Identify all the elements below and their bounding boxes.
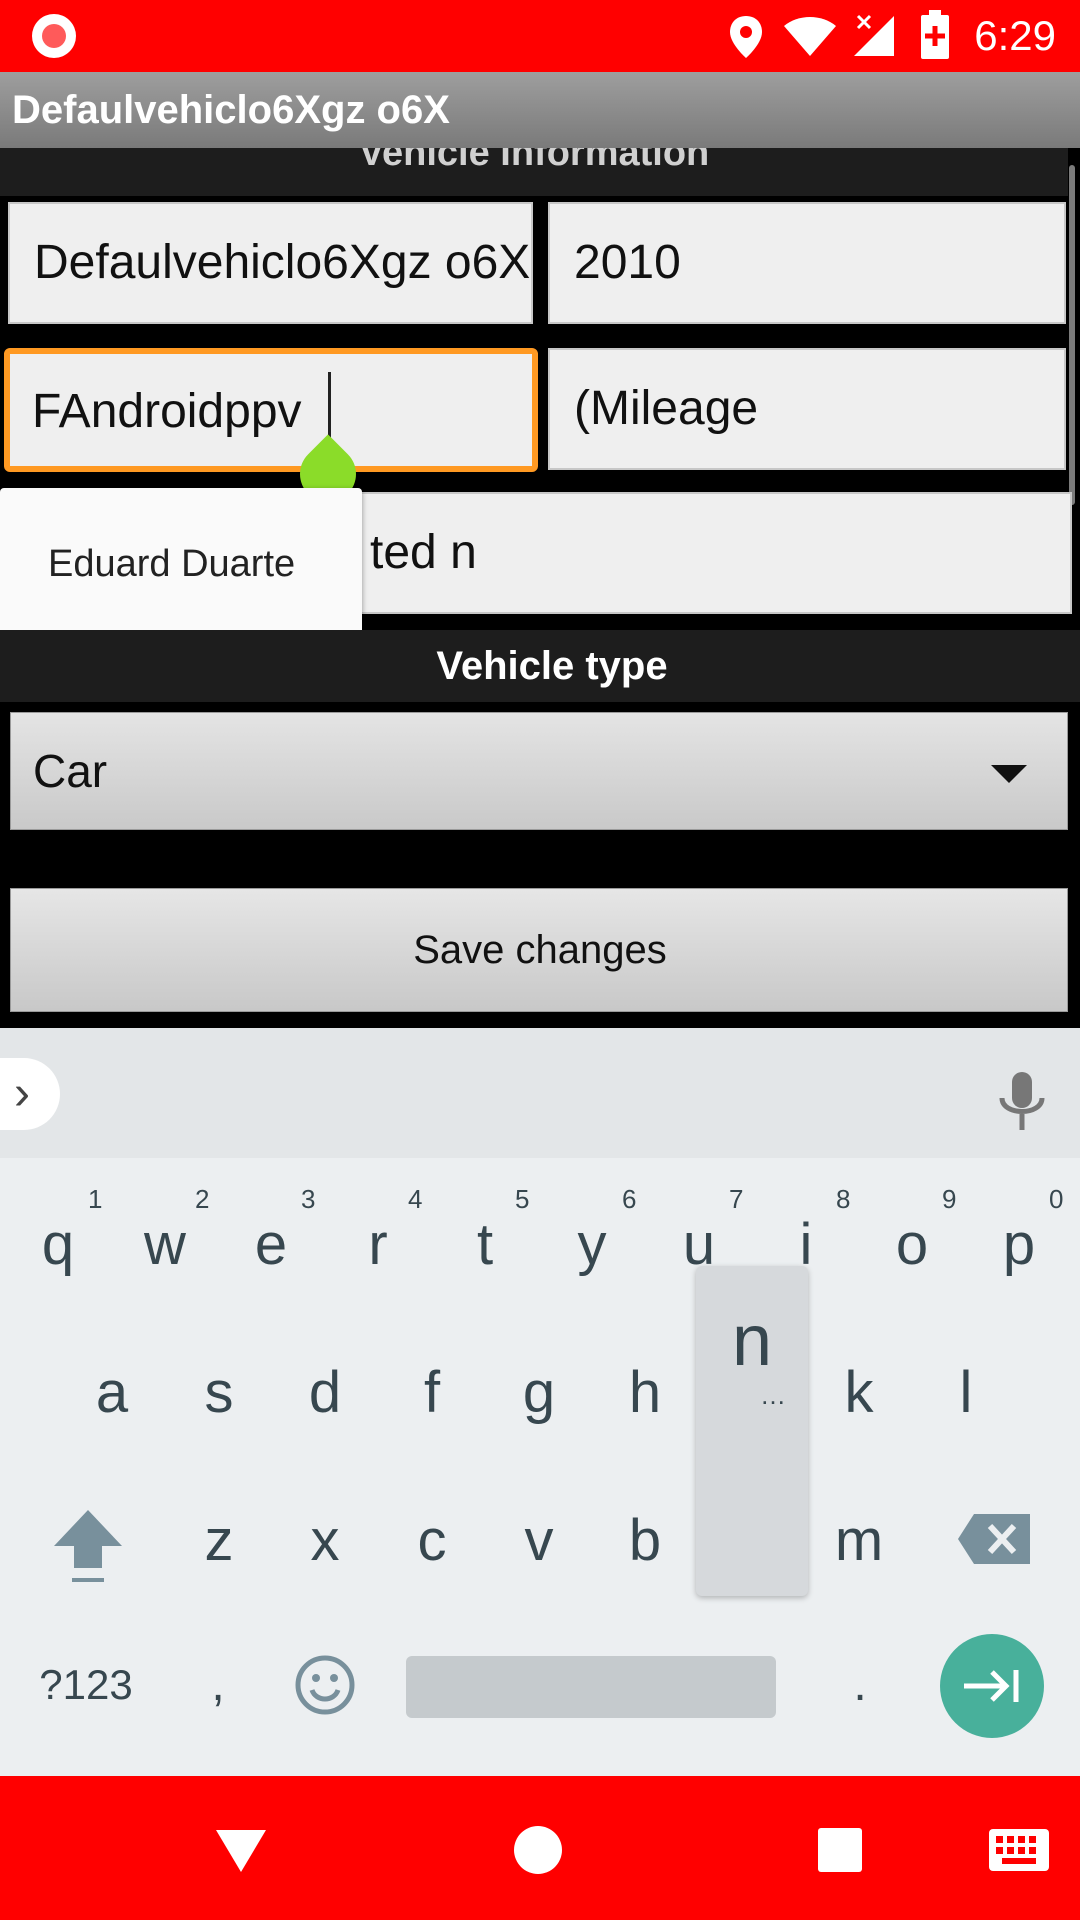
key-hint-7: 7 — [729, 1184, 744, 1214]
home-icon[interactable] — [512, 1824, 564, 1876]
key-z[interactable]: z — [179, 1496, 259, 1586]
vehicle-type-value: Car — [33, 745, 108, 797]
signal-icon — [854, 14, 894, 56]
comma-key[interactable]: , — [178, 1640, 258, 1730]
keyboard-icon[interactable] — [988, 1828, 1050, 1872]
section-header: Vehicle Information — [0, 148, 1068, 196]
page-title: Defaulvehiclo6Xgz o6X — [12, 88, 450, 132]
key-c[interactable]: c — [392, 1496, 472, 1586]
key-h[interactable]: h — [605, 1348, 685, 1438]
backspace-key-icon[interactable] — [956, 1512, 1032, 1566]
symbols-key[interactable]: ?123 — [30, 1640, 142, 1730]
key-b[interactable]: b — [605, 1496, 685, 1586]
status-time: 6:29 — [974, 12, 1056, 59]
key-hint-4: 4 — [408, 1184, 423, 1214]
key-x[interactable]: x — [285, 1496, 365, 1586]
key-y[interactable]: y — [552, 1200, 632, 1290]
chevron-right-icon: › — [14, 1067, 30, 1120]
key-f[interactable]: f — [392, 1348, 472, 1438]
key-a[interactable]: a — [72, 1348, 152, 1438]
save-button[interactable]: Save changes — [10, 888, 1068, 1012]
space-key[interactable] — [406, 1656, 776, 1718]
period-key[interactable]: . — [820, 1640, 900, 1730]
emoji-key-icon[interactable] — [294, 1654, 356, 1716]
title-bar: Defaulvehiclo6Xgz o6X — [0, 72, 1080, 148]
key-w[interactable]: w — [125, 1200, 205, 1290]
key-hint-3: 3 — [301, 1184, 316, 1214]
key-hint-6: 6 — [622, 1184, 637, 1214]
recents-icon[interactable] — [816, 1826, 864, 1874]
section-header-label: Vehicle Information — [358, 148, 710, 174]
dropdown-arrow-icon — [991, 765, 1027, 783]
key-s[interactable]: s — [179, 1348, 259, 1438]
key-k[interactable]: k — [819, 1348, 899, 1438]
vehicle-name-field[interactable]: Defaulvehiclo6Xgz o6X — [8, 202, 533, 324]
key-t[interactable]: t — [445, 1200, 525, 1290]
key-m[interactable]: m — [819, 1496, 899, 1586]
mileage-field[interactable]: (Mileage — [548, 348, 1066, 470]
key-o[interactable]: o — [872, 1200, 952, 1290]
back-icon[interactable] — [214, 1826, 268, 1874]
status-bar — [0, 0, 1080, 72]
key-hint-5: 5 — [515, 1184, 530, 1214]
year-field[interactable]: 2010 — [548, 202, 1066, 324]
keyboard-suggestion-strip — [0, 1028, 1080, 1158]
key-l[interactable]: l — [926, 1348, 1006, 1438]
key-v[interactable]: v — [499, 1496, 579, 1586]
save-button-label: Save changes — [413, 928, 667, 972]
key-preview-more: … — [760, 1380, 786, 1410]
key-hint-1: 1 — [88, 1184, 103, 1214]
microphone-icon[interactable] — [992, 1068, 1052, 1138]
key-d[interactable]: d — [285, 1348, 365, 1438]
key-p[interactable]: p — [979, 1200, 1059, 1290]
key-hint-0: 0 — [1049, 1184, 1064, 1214]
key-hint-2: 2 — [195, 1184, 210, 1214]
vehicle-type-header: Vehicle type — [0, 630, 1080, 702]
autocomplete-item[interactable]: Eduard Duarte — [48, 488, 295, 640]
record-icon — [32, 14, 76, 58]
scrollbar[interactable] — [1069, 165, 1075, 505]
key-preview-letter: n — [731, 1301, 773, 1381]
battery-icon — [921, 10, 949, 59]
wifi-icon — [784, 17, 836, 56]
vehicle-type-select[interactable]: Car — [10, 712, 1068, 830]
key-q[interactable]: q — [18, 1200, 98, 1290]
model-field[interactable]: FAndroidppv — [4, 348, 538, 472]
location-icon — [730, 16, 762, 58]
next-arrow-icon — [964, 1670, 1019, 1702]
key-g[interactable]: g — [499, 1348, 579, 1438]
key-hint-9: 9 — [942, 1184, 957, 1214]
shift-key-icon[interactable] — [48, 1502, 128, 1592]
key-hint-8: 8 — [836, 1184, 851, 1214]
key-e[interactable]: e — [231, 1200, 311, 1290]
enter-key[interactable] — [940, 1634, 1044, 1738]
key-r[interactable]: r — [338, 1200, 418, 1290]
vehicle-type-label: Vehicle type — [436, 644, 668, 688]
autocomplete-dropdown[interactable]: Eduard Duarte — [0, 488, 362, 640]
